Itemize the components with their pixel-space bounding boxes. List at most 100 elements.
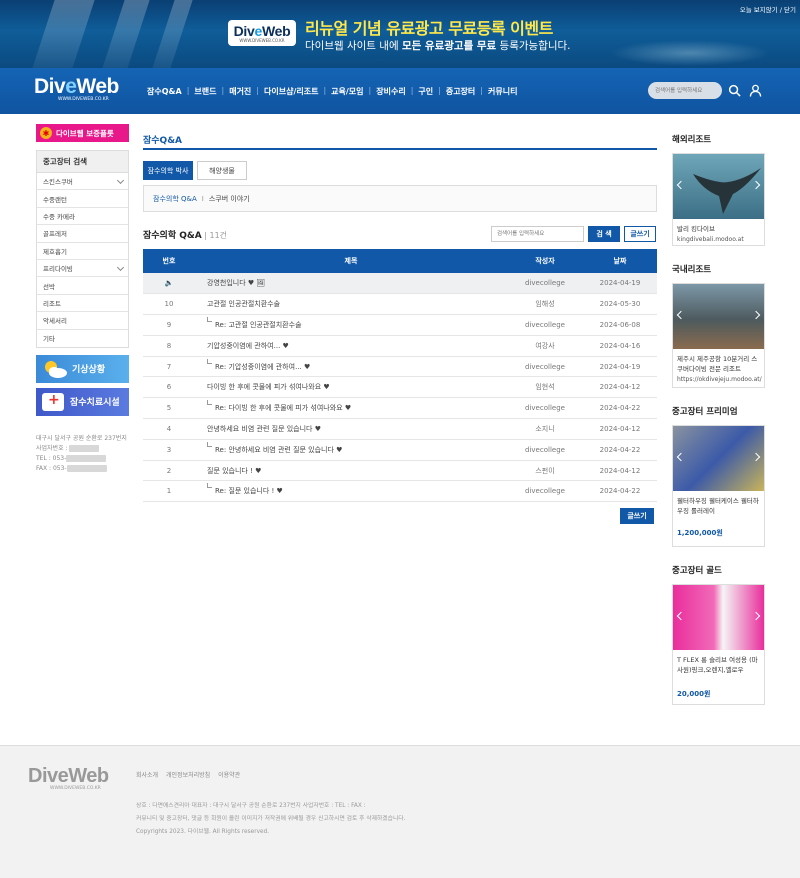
weather-button[interactable]: 기상상황 xyxy=(36,354,129,383)
hospital-button[interactable]: 잠수치료시설 xyxy=(36,387,129,416)
menu-item-education[interactable]: 교육/모임 xyxy=(326,86,368,97)
table-row[interactable]: 5 Re: 다이빙 한 후에 콧물에 피가 섞여나와요 ♥ divecollege 2… xyxy=(143,398,657,419)
board-search-input[interactable] xyxy=(491,226,584,242)
menu-item-community[interactable]: 커뮤니티 xyxy=(483,86,522,97)
category-item[interactable]: 골프레저 xyxy=(37,225,128,243)
site-logo[interactable]: DiveWeb WWW.DIVEWEB.CO.KR xyxy=(34,76,119,102)
table-row[interactable]: 1 Re: 질문 있습니다 ! ♥ divecollege 2024-04-22 xyxy=(143,481,657,502)
search-button[interactable]: 검 색 xyxy=(588,226,620,242)
category-item[interactable]: 수중 카메라 xyxy=(37,208,128,226)
post-table: 번호 제목 작성자 날짜 🔈 강영천입니다 ♥ 🖼 divecollege 2024-… xyxy=(143,249,657,502)
ad-section-title: 해외리조트 xyxy=(672,134,712,145)
menu-item-qa[interactable]: 잠수Q&A xyxy=(142,86,187,97)
category-item[interactable]: 악세서리 xyxy=(37,312,128,330)
shield-icon: ✱ xyxy=(40,127,52,139)
table-row[interactable]: 10 고관절 인공관절치환수술 임해성 2024-05-30 xyxy=(143,294,657,315)
page-title: 잠수Q&A xyxy=(143,124,657,150)
category-item[interactable]: 프리다이빙 xyxy=(37,260,128,278)
category-item[interactable]: 리조트 xyxy=(37,295,128,313)
row-author: 임현석 xyxy=(535,383,555,392)
ad-card[interactable]: 웰터하우징 웰터케이스 웰터하우징 롤러레이 1,200,000원 xyxy=(672,425,765,547)
arrow-left-icon[interactable] xyxy=(676,452,686,462)
footer-link-about[interactable]: 회사소개 xyxy=(136,772,158,779)
ad-market-gold: 중고장터 골드 T FLEX 롱 슬리브 여성용 (마사원)핑크,오렌지,옐로우… xyxy=(672,555,765,705)
table-row[interactable]: 6 다이빙 한 후에 콧물에 피가 섞여나와요 ♥ 임현석 2024-04-12 xyxy=(143,377,657,398)
chevron-down-icon xyxy=(116,176,125,185)
arrow-left-icon[interactable] xyxy=(676,611,686,621)
category-item[interactable]: 제호흡기 xyxy=(37,243,128,260)
menu-item-shop-resort[interactable]: 다이브샵/리조트 xyxy=(259,86,323,97)
manta-ray-image xyxy=(673,154,764,219)
sub-category-bar: 잠수의학 Q&A I 스쿠버 이야기 xyxy=(143,185,657,212)
row-subject[interactable]: Re: 다이빙 한 후에 콧물에 피가 섞여나와요 ♥ xyxy=(195,398,507,419)
row-subject[interactable]: 안녕하세요 비염 관련 질문 있습니다 ♥ xyxy=(195,419,507,440)
row-subject[interactable]: 다이빙 한 후에 콧물에 피가 섞여나와요 ♥ xyxy=(195,377,507,398)
table-row[interactable]: 4 안녕하세요 비염 관련 질문 있습니다 ♥ 소지니 2024-04-12 xyxy=(143,419,657,440)
row-author: 스펀이 xyxy=(535,466,555,475)
table-row[interactable]: 8 기압성중이염에 관하여... ♥ 여강사 2024-04-16 xyxy=(143,335,657,357)
menu-item-repair[interactable]: 장비수리 xyxy=(371,86,410,97)
subcat-medical-qa[interactable]: 잠수의학 Q&A xyxy=(153,194,197,204)
main-content: 잠수Q&A 잠수의학 박사 해양생물 잠수의학 Q&A I 스쿠버 이야기 잠수… xyxy=(143,124,657,524)
category-item[interactable]: 선박 xyxy=(37,277,128,295)
write-button[interactable]: 글쓰기 xyxy=(624,226,656,242)
ad-card[interactable]: 발리 킹다이브 kingdivebali.modoo.at xyxy=(672,153,765,246)
row-number: 3 xyxy=(166,445,172,454)
search-icon[interactable] xyxy=(728,84,741,97)
menu-item-magazine[interactable]: 매거진 xyxy=(224,86,256,97)
row-subject[interactable]: 강영천입니다 ♥ 🖼 xyxy=(195,273,507,294)
banner-close-links[interactable]: 오늘 보지않기 / 닫기 xyxy=(740,4,796,14)
col-number: 번호 xyxy=(162,257,176,265)
nav-search-input[interactable] xyxy=(648,82,722,99)
write-button-bottom[interactable]: 글쓰기 xyxy=(620,508,654,524)
market-search-title: 중고장터 검색 xyxy=(37,151,128,173)
table-row[interactable]: 9 Re: 고관절 인공관절치환수술 divecollege 2024-06-08 xyxy=(143,315,657,336)
category-item[interactable]: 수중랜턴 xyxy=(37,190,128,208)
menu-item-jobs[interactable]: 구인 xyxy=(413,86,438,97)
light-ray xyxy=(145,0,193,68)
ad-card[interactable]: 제주시 제주공항 10분거리 스쿠버다이빙 전문 리조트 https://okd… xyxy=(672,283,765,388)
row-author: 여강사 xyxy=(535,341,555,350)
list-header: 잠수의학 Q&A | 11건 검 색 글쓰기 xyxy=(143,224,657,244)
footer-link-privacy[interactable]: 개인정보처리방침 xyxy=(166,772,210,779)
row-number: 5 xyxy=(166,404,172,413)
row-subject[interactable]: Re: 고관절 인공관절치환수술 xyxy=(195,315,507,336)
row-subject[interactable]: 질문 있습니다 ! ♥ xyxy=(195,460,507,481)
footer-link-terms[interactable]: 이용약관 xyxy=(218,772,240,779)
housing-image xyxy=(673,426,764,491)
top-banner[interactable]: DiveWeb WWW.DIVEWEB.CO.KR 리뉴얼 기념 유료광고 무료… xyxy=(0,0,800,68)
row-number: 7 xyxy=(166,362,172,371)
subcat-scuba-story[interactable]: 스쿠버 이야기 xyxy=(209,194,250,204)
row-subject[interactable]: Re: 안녕하세요 비염 관련 질문 있습니다 ♥ xyxy=(195,439,507,460)
row-subject[interactable]: Re: 질문 있습니다 ! ♥ xyxy=(195,481,507,502)
ad-card[interactable]: T FLEX 롱 슬리브 여성용 (마사원)핑크,오렌지,옐로우 20,000원 xyxy=(672,584,765,705)
category-item[interactable]: 기타 xyxy=(37,330,128,347)
light-ray xyxy=(95,0,150,68)
ad-domestic-resort: 국내리조트 제주시 제주공항 10분거리 스쿠버다이빙 전문 리조트 https… xyxy=(672,254,765,388)
table-row[interactable]: 7 Re: 기압성중이염에 관하여... ♥ divecollege 2024-04-… xyxy=(143,356,657,377)
light-ray xyxy=(25,0,95,68)
arrow-left-icon[interactable] xyxy=(676,310,686,320)
tab-marine-life[interactable]: 해양생물 xyxy=(197,161,247,180)
menu-item-brand[interactable]: 브랜드 xyxy=(189,86,221,97)
user-icon[interactable] xyxy=(749,84,762,97)
row-date: 2024-04-22 xyxy=(599,404,641,413)
menu-item-market[interactable]: 중고장터 xyxy=(441,86,480,97)
table-row[interactable]: 2 질문 있습니다 ! ♥ 스펀이 2024-04-12 xyxy=(143,460,657,481)
row-subject[interactable]: 기압성중이염에 관하여... ♥ xyxy=(195,335,507,356)
tab-medical[interactable]: 잠수의학 박사 xyxy=(143,161,193,180)
weather-icon xyxy=(45,360,67,378)
table-header: 번호 제목 작성자 날짜 xyxy=(143,249,657,273)
arrow-right-icon[interactable] xyxy=(751,310,761,320)
arrow-right-icon[interactable] xyxy=(751,452,761,462)
arrow-right-icon[interactable] xyxy=(751,611,761,621)
table-row[interactable]: 3 Re: 안녕하세요 비염 관련 질문 있습니다 ♥ divecollege 202… xyxy=(143,439,657,461)
category-item[interactable]: 스킨스쿠버 xyxy=(37,173,128,191)
row-number: 1 xyxy=(166,487,172,496)
ad-section-title: 중고장터 골드 xyxy=(672,565,722,576)
guarantee-button[interactable]: ✱ 다이브웹 보증플롯 xyxy=(36,124,129,142)
table-row[interactable]: 🔈 강영천입니다 ♥ 🖼 divecollege 2024-04-19 xyxy=(143,273,657,294)
row-subject[interactable]: 고관절 인공관절치환수술 xyxy=(195,294,507,315)
row-subject[interactable]: Re: 기압성중이염에 관하여... ♥ xyxy=(195,356,507,377)
row-author: divecollege xyxy=(525,404,565,413)
